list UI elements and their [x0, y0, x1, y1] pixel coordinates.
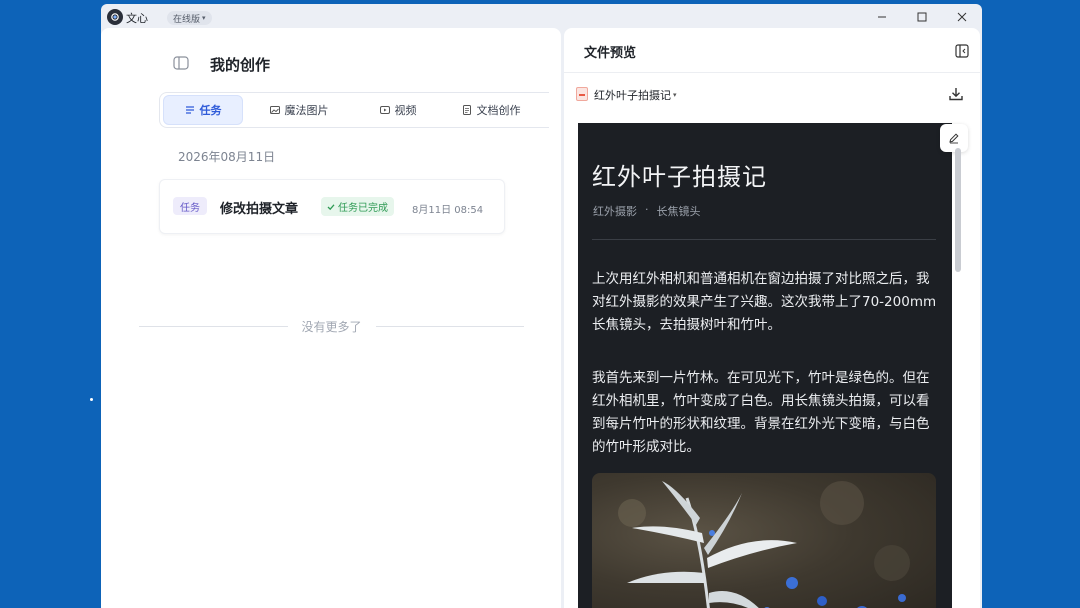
file-name: 红外叶子拍摄记	[594, 89, 671, 102]
date-group-label: 2026年08月11日	[178, 150, 276, 164]
tab-label: 魔法图片	[284, 104, 329, 117]
bamboo-leaves-image	[618, 481, 910, 608]
document-preview[interactable]: 红外叶子拍摄记 红外摄影 · 长焦镜头 上次用红外相机和普通相机在窗边拍摄了对比…	[578, 123, 952, 608]
maximize-button[interactable]	[902, 4, 942, 30]
task-type-badge: 任务	[173, 197, 207, 215]
chevron-down-icon: ▾	[673, 91, 677, 99]
app-logo-icon	[107, 9, 123, 25]
divider	[375, 326, 525, 327]
divider	[592, 239, 936, 240]
creations-panel: 我的创作 任务 魔法图片 视频 文档创作 2026年08月11日 任务 修改拍摄…	[101, 28, 561, 608]
creation-tabs: 任务 魔法图片 视频 文档创作	[159, 92, 549, 128]
sidebar-toggle-icon[interactable]	[173, 56, 189, 70]
maximize-icon	[917, 12, 927, 22]
no-more-text: 没有更多了	[301, 320, 362, 334]
article-title: 红外叶子拍摄记	[592, 163, 767, 191]
play-icon	[379, 106, 390, 114]
version-selector[interactable]: 在线版 ▾	[167, 11, 212, 25]
panel-title: 文件预览	[584, 46, 637, 61]
file-selector[interactable]: 红外叶子拍摄记 ▾	[594, 87, 677, 103]
close-button[interactable]	[942, 4, 982, 30]
tab-magic-images[interactable]: 魔法图片	[243, 95, 355, 125]
task-timestamp: 8月11日 08:54	[412, 205, 484, 216]
collapse-panel-icon[interactable]	[955, 44, 969, 58]
task-card[interactable]: 任务 修改拍摄文章 任务已完成 8月11日 08:54	[159, 179, 505, 234]
page-title: 我的创作	[210, 56, 271, 74]
divider	[564, 72, 980, 73]
image-icon	[269, 106, 280, 114]
article-paragraph: 上次用红外相机和普通相机在窗边拍摄了对比照之后，我对红外摄影的效果产生了兴趣。这…	[592, 271, 937, 333]
minimize-button[interactable]	[862, 4, 902, 30]
divider	[139, 326, 288, 327]
download-icon[interactable]	[948, 86, 964, 102]
status-text: 任务已完成	[338, 203, 388, 214]
status-badge: 任务已完成	[321, 197, 394, 216]
tab-video[interactable]: 视频	[355, 95, 441, 125]
preview-scrollbar[interactable]	[955, 148, 961, 272]
close-icon	[957, 12, 967, 22]
tab-label: 文档创作	[476, 104, 521, 117]
title-bar: 文心 在线版 ▾	[101, 4, 982, 30]
list-icon	[185, 106, 194, 114]
tab-document-creation[interactable]: 文档创作	[441, 95, 541, 125]
article-paragraph: 我首先来到一片竹林。在可见光下，竹叶是绿色的。但在红外相机里，竹叶变成了白色。用…	[592, 370, 930, 455]
article-tag: 红外摄影	[593, 205, 637, 218]
minimize-icon	[878, 16, 886, 18]
tab-label: 任务	[199, 104, 222, 117]
document-icon	[462, 105, 471, 115]
check-icon	[327, 203, 335, 210]
desktop-marker	[90, 398, 93, 401]
tab-tasks[interactable]: 任务	[163, 95, 243, 125]
pencil-icon	[949, 133, 959, 144]
tab-label: 视频	[394, 104, 417, 117]
chevron-down-icon: ▾	[202, 14, 206, 22]
end-of-list-indicator: 没有更多了	[139, 318, 525, 335]
infrared-bamboo-photo	[592, 473, 936, 608]
article-tags: 红外摄影 · 长焦镜头	[593, 203, 701, 219]
article-tag: 长焦镜头	[656, 205, 701, 218]
app-window: 文心 在线版 ▾ 我的创作 任务 魔法图片 视频 文档创作 2026年08月11…	[101, 4, 982, 608]
task-title: 修改拍摄文章	[220, 202, 299, 217]
tag-separator: ·	[645, 203, 649, 216]
file-icon	[576, 87, 588, 101]
app-name: 文心	[126, 12, 148, 25]
file-preview-panel: 文件预览 红外叶子拍摄记 ▾ 红外叶子拍摄记 红外摄影 · 长焦镜头 上次用红外…	[564, 28, 980, 608]
version-label: 在线版	[173, 14, 201, 25]
edit-button[interactable]	[940, 124, 968, 152]
